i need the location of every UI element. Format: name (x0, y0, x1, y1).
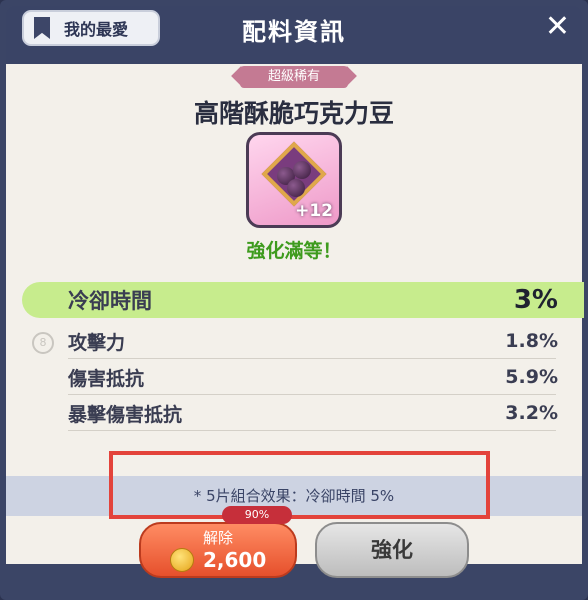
coin-icon (170, 548, 194, 572)
stat-value: 1.8% (505, 330, 558, 352)
item-name: 高階酥脆巧克力豆 (193, 99, 394, 128)
chocolate-bean-icon (293, 161, 311, 179)
stat-value: 3.2% (505, 402, 558, 424)
divider (68, 394, 556, 395)
item-icon: +12 (246, 132, 342, 228)
stat-row-cooldown: 冷卻時間 3% (68, 282, 558, 318)
stat-name: 暴擊傷害抵抗 (68, 403, 183, 426)
stat-row-attack: 攻擊力 1.8% (68, 324, 558, 358)
stat-value: 5.9% (505, 366, 558, 388)
stat-row-damage-resist: 傷害抵抗 5.9% (68, 360, 558, 394)
item-level: +12 (295, 201, 333, 221)
maxed-status: 強化滿等！ (246, 240, 342, 262)
close-icon[interactable]: ✕ (545, 12, 570, 42)
stat-row-crit-damage-resist: 暴擊傷害抵抗 3.2% (68, 396, 558, 430)
chocolate-bean-icon (287, 179, 305, 197)
stat-name: 傷害抵抗 (68, 367, 145, 390)
lock-icon: 8 (32, 332, 54, 354)
rarity-badge: 超級稀有 (240, 66, 348, 88)
enhance-button[interactable]: 強化 (315, 522, 469, 578)
stat-name: 冷卻時間 (68, 289, 152, 313)
stat-value: 3% (513, 285, 558, 315)
release-label: 解除 (202, 529, 233, 547)
release-button[interactable]: 解除 2,600 (139, 522, 297, 578)
stat-name: 攻擊力 (68, 331, 126, 354)
release-cost: 2,600 (203, 548, 267, 572)
dialog-title: 配料資訊 (242, 18, 346, 46)
divider (68, 430, 556, 431)
percent-badge: 90% (222, 506, 292, 524)
highlight-box (109, 451, 490, 519)
divider (68, 358, 556, 359)
